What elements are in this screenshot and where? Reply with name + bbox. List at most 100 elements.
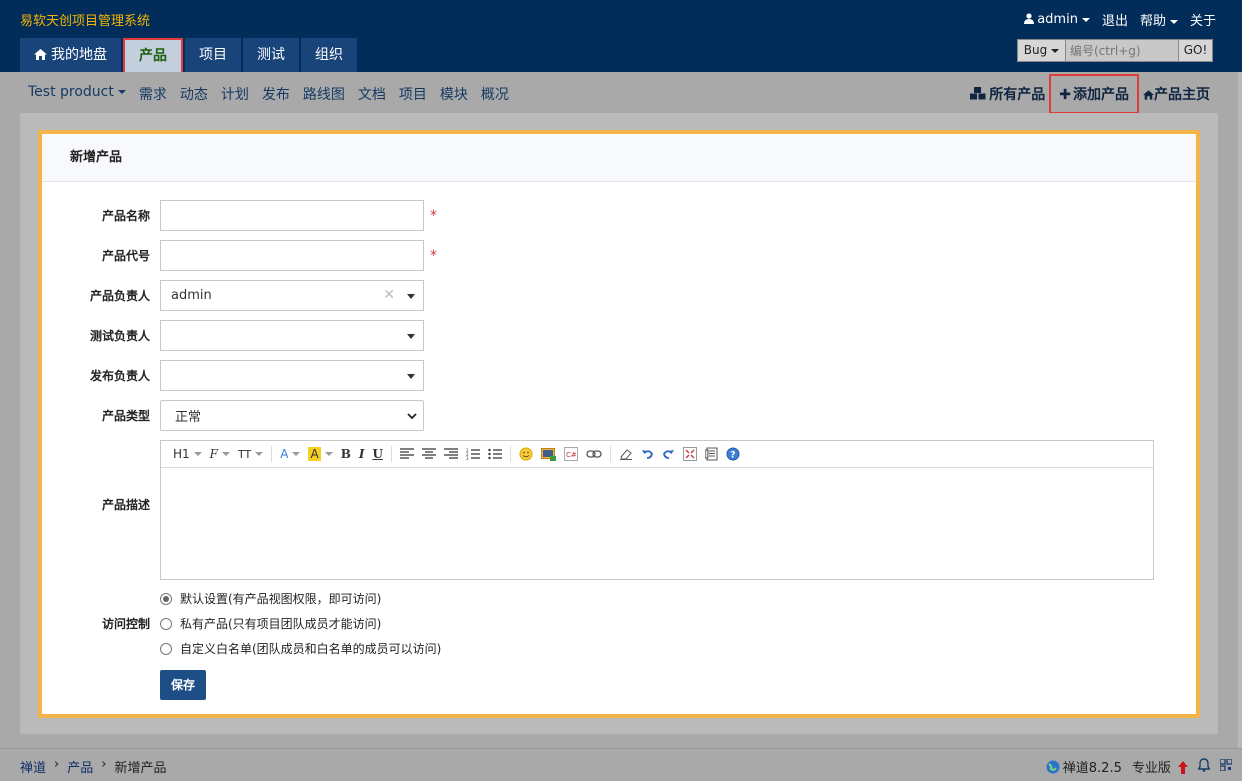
font-family-button[interactable]: F — [206, 447, 234, 461]
acl-option-label: 私有产品(只有项目团队成员才能访问) — [180, 617, 382, 631]
underline-button[interactable]: U — [368, 447, 386, 461]
qd-select[interactable] — [160, 320, 424, 351]
chevron-down-icon — [193, 452, 202, 456]
breadcrumb-module[interactable]: 产品 — [67, 757, 93, 776]
chevron-down-icon — [292, 452, 301, 456]
po-value: admin — [171, 288, 212, 303]
chevron-down-icon — [407, 374, 415, 379]
subnav-item-dynamic[interactable]: 动态 — [180, 84, 208, 104]
edition-link[interactable]: 专业版 — [1132, 757, 1188, 776]
redo-icon[interactable] — [658, 448, 679, 460]
emoticon-icon[interactable] — [515, 447, 537, 461]
about-link[interactable]: 关于 — [1190, 10, 1216, 29]
bullet-list-icon[interactable] — [484, 448, 506, 460]
editor-body[interactable] — [161, 468, 1153, 579]
template-icon[interactable] — [701, 447, 722, 461]
align-right-icon[interactable] — [440, 448, 462, 460]
acl-option-default[interactable]: 默认设置(有产品视图权限，即可访问) — [160, 590, 381, 607]
eraser-icon[interactable] — [615, 448, 637, 460]
chevron-down-icon — [407, 334, 415, 339]
fullscreen-icon[interactable] — [679, 447, 701, 461]
tab-project[interactable]: 项目 — [185, 38, 241, 72]
image-icon[interactable] — [537, 447, 560, 461]
subnav-item-roadmap[interactable]: 路线图 — [303, 84, 345, 104]
scrollbar[interactable] — [1238, 72, 1242, 748]
type-select[interactable]: 正常 — [160, 400, 424, 431]
bell-icon[interactable] — [1196, 757, 1212, 776]
po-select[interactable]: admin ✕ — [160, 280, 424, 311]
product-switcher[interactable]: Test product — [28, 84, 126, 104]
field-row-rd: 发布负责人 — [42, 360, 424, 391]
add-product-link[interactable]: ✚ 添加产品 — [1049, 74, 1139, 114]
breadcrumb-root[interactable]: 禅道 — [20, 757, 46, 776]
field-row-po: 产品负责人 admin ✕ — [42, 280, 424, 311]
editor-toolbar: H1 F TT A A B I U 123 C# ? — [161, 441, 1153, 468]
product-switcher-label: Test product — [28, 84, 114, 100]
font-color-button[interactable]: A — [276, 447, 304, 461]
search-type-dropdown[interactable]: Bug — [1018, 40, 1066, 61]
qrcode-icon[interactable] — [1219, 757, 1233, 775]
code-field[interactable] — [160, 240, 424, 271]
chevron-down-icon — [1081, 17, 1090, 22]
user-dropdown[interactable]: admin — [1024, 12, 1090, 27]
save-button[interactable]: 保存 — [160, 670, 206, 700]
tab-label: 测试 — [257, 47, 285, 63]
subnav-item-plan[interactable]: 计划 — [221, 84, 249, 104]
bg-color-button[interactable]: A — [304, 447, 336, 461]
arrow-up-icon — [1178, 761, 1188, 774]
tab-org[interactable]: 组织 — [301, 38, 357, 72]
chevron-down-icon — [407, 413, 417, 420]
align-left-icon[interactable] — [396, 448, 418, 460]
chevron-down-icon — [324, 452, 333, 456]
radio-button[interactable] — [160, 617, 172, 630]
product-home-link[interactable]: 产品主页 — [1143, 84, 1210, 104]
subnav-item-story[interactable]: 需求 — [139, 84, 167, 104]
search-input[interactable] — [1066, 40, 1178, 61]
toolbar-divider — [390, 446, 392, 462]
product-home-label: 产品主页 — [1154, 87, 1210, 103]
bold-button[interactable]: B — [337, 447, 355, 461]
tab-my[interactable]: 我的地盘 — [20, 38, 121, 72]
subnav-item-view[interactable]: 概况 — [481, 84, 509, 104]
acl-option-custom[interactable]: 自定义白名单(团队成员和白名单的成员可以访问) — [160, 640, 441, 657]
po-label: 产品负责人 — [89, 289, 150, 303]
name-field[interactable] — [160, 200, 424, 231]
code-icon[interactable]: C# — [560, 447, 582, 461]
font-size-button[interactable]: TT — [234, 448, 267, 461]
breadcrumb: 禅道 › 产品 › 新增产品 — [20, 757, 166, 776]
search-go-button[interactable]: GO! — [1178, 40, 1212, 61]
link-icon[interactable] — [582, 449, 606, 459]
tab-test[interactable]: 测试 — [243, 38, 299, 72]
subnav-item-doc[interactable]: 文档 — [358, 84, 386, 104]
rd-select[interactable] — [160, 360, 424, 391]
chevron-down-icon — [117, 90, 126, 94]
acl-option-private[interactable]: 私有产品(只有项目团队成员才能访问) — [160, 615, 381, 632]
subnav-item-project[interactable]: 项目 — [399, 84, 427, 104]
help-icon[interactable]: ? — [722, 447, 744, 461]
align-center-icon[interactable] — [418, 448, 440, 460]
italic-button[interactable]: I — [355, 447, 369, 461]
type-value: 正常 — [175, 410, 202, 425]
radio-button[interactable] — [160, 642, 172, 655]
logout-link[interactable]: 退出 — [1102, 10, 1128, 29]
field-row-code: 产品代号 * — [42, 240, 437, 271]
clear-icon[interactable]: ✕ — [383, 287, 395, 303]
heading-button[interactable]: H1 — [169, 447, 206, 461]
ordered-list-icon[interactable]: 123 — [462, 448, 484, 460]
all-products-link[interactable]: 所有产品 — [970, 84, 1045, 104]
acl-option-label: 默认设置(有产品视图权限，即可访问) — [180, 592, 382, 606]
help-dropdown[interactable]: 帮助 — [1140, 10, 1178, 29]
search-type-label: Bug — [1023, 43, 1048, 57]
add-product-label: 添加产品 — [1073, 87, 1129, 103]
panel-title: 新增产品 — [42, 134, 1196, 182]
undo-icon[interactable] — [637, 448, 658, 460]
breadcrumb-current: 新增产品 — [114, 761, 167, 776]
toolbar-divider — [271, 446, 273, 462]
version-link[interactable]: 禅道8.2.5 — [1046, 757, 1122, 776]
subnav-item-module[interactable]: 模块 — [440, 84, 468, 104]
subnav-item-release[interactable]: 发布 — [262, 84, 290, 104]
radio-button[interactable] — [160, 592, 172, 605]
chevron-down-icon — [1051, 48, 1060, 53]
home-icon — [1143, 90, 1154, 100]
product-actions: 所有产品 ✚ 添加产品 产品主页 — [970, 74, 1210, 114]
